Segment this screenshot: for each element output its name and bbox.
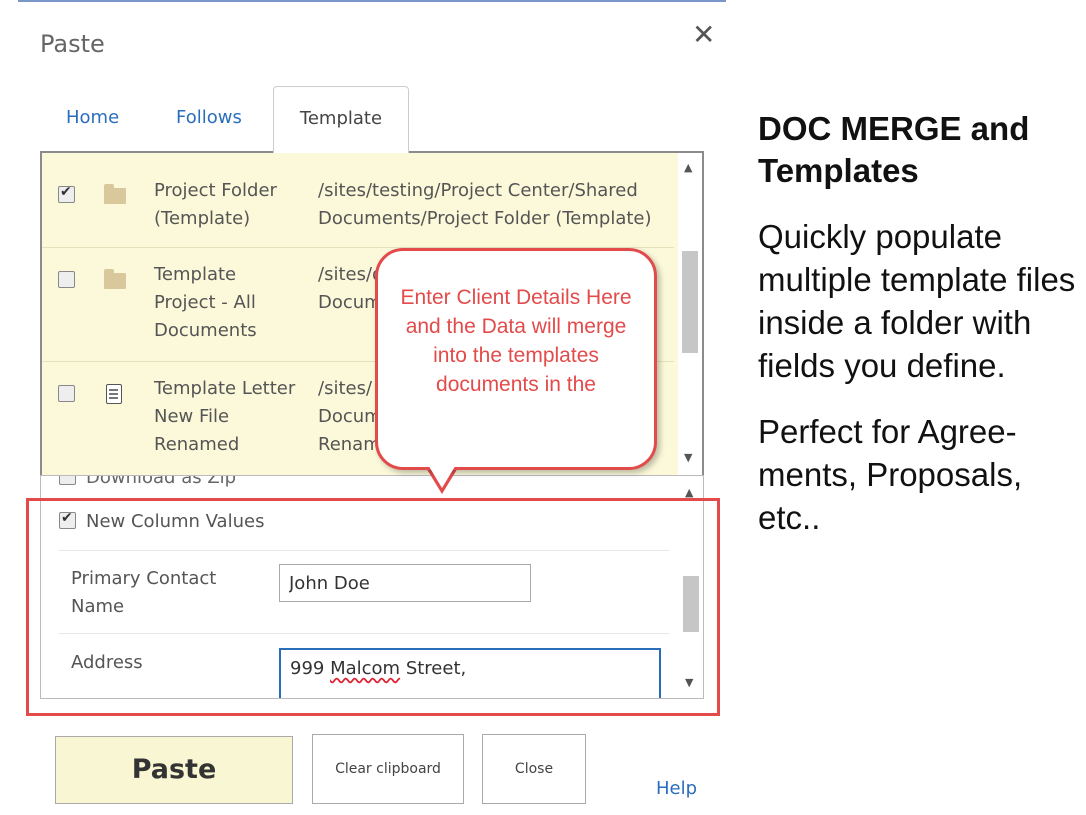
row-path: /sites/testing/Project Center/Shared Doc…: [318, 177, 670, 233]
top-border-line: [18, 0, 726, 2]
address-textarea[interactable]: 999 Malcom Street,: [279, 648, 661, 698]
new-column-values-label: New Column Values: [86, 511, 265, 532]
promo-paragraph: Quickly populate multiple template files…: [758, 218, 1076, 384]
promo-heading: DOC MERGE and Templates: [758, 110, 1030, 189]
row-checkbox[interactable]: [58, 271, 75, 288]
download-zip-option[interactable]: Download as Zip: [59, 475, 237, 488]
close-button[interactable]: Close: [482, 734, 586, 804]
callout-pointer-fill: [424, 458, 460, 488]
close-icon[interactable]: ✕: [692, 20, 715, 50]
scroll-thumb[interactable]: [683, 576, 699, 632]
primary-contact-label: Primary Contact Name: [71, 568, 217, 617]
column-values-panel: Download as Zip New Column Values Primar…: [40, 475, 704, 699]
spellcheck-word: Malcom: [330, 658, 401, 679]
help-link[interactable]: Help: [656, 778, 697, 799]
callout-text: Enter Client Details Here and the Data w…: [400, 286, 632, 396]
divider: [59, 633, 669, 634]
list-item[interactable]: Project Folder (Template) /sites/testing…: [42, 153, 674, 248]
download-zip-checkbox[interactable]: [59, 476, 76, 485]
new-column-values-option[interactable]: New Column Values: [59, 510, 264, 532]
scroll-down-icon[interactable]: ▼: [685, 676, 693, 689]
scroll-up-icon[interactable]: ▲: [685, 486, 693, 499]
tab-home[interactable]: Home: [66, 86, 119, 152]
address-label: Address: [71, 652, 143, 673]
address-text: 999: [290, 658, 331, 679]
dialog-title: Paste: [40, 30, 105, 58]
address-text: Street,: [400, 658, 467, 679]
scroll-thumb[interactable]: [682, 251, 698, 353]
download-zip-label: Download as Zip: [86, 475, 237, 488]
scroll-down-icon[interactable]: ▼: [684, 451, 692, 464]
row-name[interactable]: Template Project - All Documents: [154, 261, 274, 345]
row-checkbox[interactable]: [58, 184, 75, 203]
scroll-up-icon[interactable]: ▲: [684, 161, 692, 174]
folder-icon: [104, 269, 126, 289]
promo-paragraph: Perfect for Agree-ments, Proposals, etc.…: [758, 413, 1023, 536]
row-name[interactable]: Project Folder (Template): [154, 177, 304, 233]
folder-icon: [104, 184, 126, 204]
document-icon: [106, 384, 122, 404]
tab-template[interactable]: Template: [273, 86, 409, 153]
primary-contact-input[interactable]: [279, 564, 531, 602]
row-checkbox[interactable]: [58, 385, 75, 402]
tab-bar: Home Follows Template: [40, 86, 702, 153]
divider: [59, 550, 669, 551]
row-path-line: /sites/testing/Project Center/Shared: [318, 180, 638, 201]
row-name[interactable]: Template Letter New File Renamed: [154, 375, 300, 459]
row-path-line: Documents/Project Folder (Template): [318, 208, 652, 229]
new-column-values-checkbox[interactable]: [59, 510, 76, 529]
clear-clipboard-button[interactable]: Clear clipboard: [312, 734, 464, 804]
promo-panel: DOC MERGE and Templates Quickly populate…: [758, 108, 1078, 539]
list-scrollbar[interactable]: ▲ ▼: [678, 153, 702, 477]
tab-follows[interactable]: Follows: [176, 86, 242, 152]
paste-button[interactable]: Paste: [55, 736, 293, 804]
callout-bubble: Enter Client Details Here and the Data w…: [375, 248, 657, 470]
form-scrollbar[interactable]: ▲ ▼: [679, 476, 703, 698]
